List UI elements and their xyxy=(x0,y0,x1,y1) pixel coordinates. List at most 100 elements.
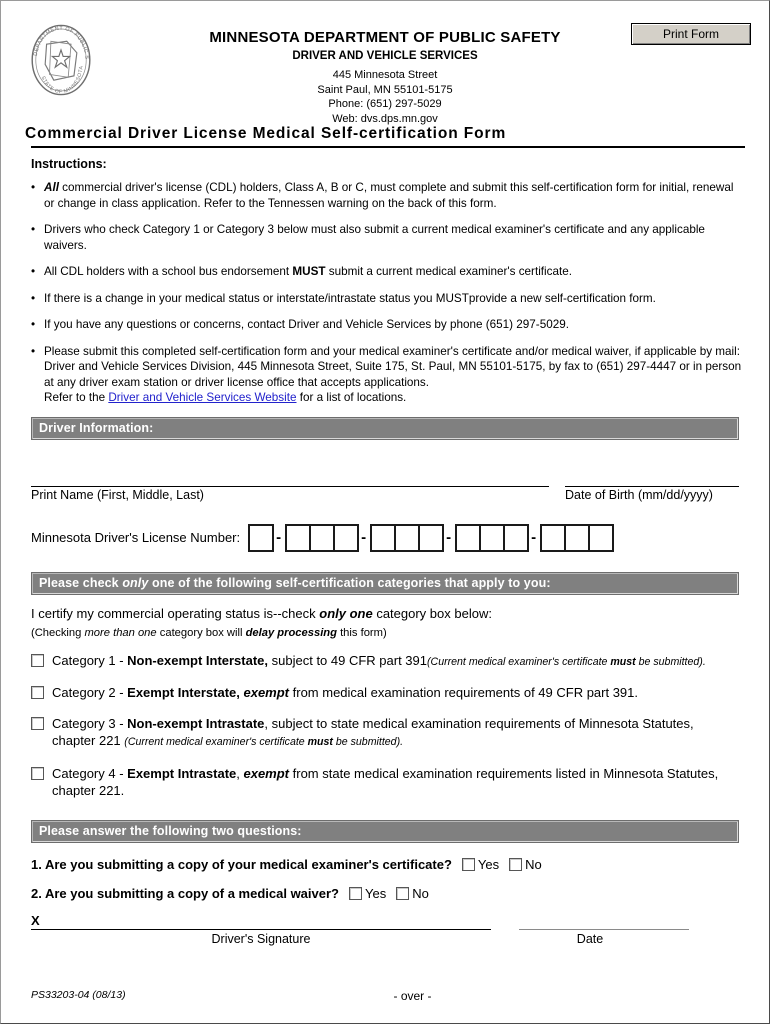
note-mid: category box will xyxy=(156,626,246,639)
license-char-box[interactable] xyxy=(455,523,482,552)
category-2-checkbox[interactable] xyxy=(31,686,44,699)
question-2-no-checkbox[interactable] xyxy=(396,886,410,900)
title-divider xyxy=(31,146,745,148)
license-group-1[interactable] xyxy=(248,523,275,552)
question-1-row: 1. Are you submitting a copy of your med… xyxy=(31,857,739,872)
note-post: this form) xyxy=(336,626,387,639)
category-3-checkbox[interactable] xyxy=(31,716,44,730)
signature-input[interactable] xyxy=(31,928,491,930)
instruction-item: • Please submit this completed self-cert… xyxy=(31,344,745,406)
category-2-type: Exempt Interstate, xyxy=(127,685,244,700)
license-char-box[interactable] xyxy=(588,523,615,552)
category-1-prefix: Category 1 - xyxy=(52,652,128,668)
license-char-box[interactable] xyxy=(394,523,421,552)
license-char-box[interactable] xyxy=(248,523,275,552)
license-char-box[interactable] xyxy=(418,523,445,552)
category-2-label: Category 2 - Exempt Interstate, exempt f… xyxy=(52,684,739,702)
page-title: Commercial Driver License Medical Self-c… xyxy=(25,125,507,142)
license-char-box[interactable] xyxy=(285,523,312,552)
license-number-boxes[interactable]: ---- xyxy=(248,523,615,552)
license-number-label: Minnesota Driver's License Number: xyxy=(31,530,241,545)
signature-date-input[interactable] xyxy=(519,928,689,930)
page-header: DEPARTMENT OF PUBLIC SAFETY STATE OF MIN… xyxy=(1,1,769,125)
license-char-box[interactable] xyxy=(370,523,397,552)
dvs-website-link[interactable]: Driver and Vehicle Services Website xyxy=(108,391,296,404)
certify-emphasis: only one xyxy=(319,605,373,621)
question-2-yes-checkbox[interactable] xyxy=(349,886,362,900)
signature-date-label: Date xyxy=(576,931,604,946)
license-group-3[interactable] xyxy=(370,523,445,552)
address-city-state-zip: Saint Paul, MN 55101-5175 xyxy=(317,83,453,96)
instruction-text: Drivers who check Category 1 or Category… xyxy=(44,223,705,252)
license-group-5[interactable] xyxy=(540,523,615,552)
category-4-row[interactable]: Category 4 - Exempt Intrastate, exempt f… xyxy=(31,765,739,800)
instruction-text: If there is a change in your medical sta… xyxy=(44,291,656,305)
signature-label: Driver's Signature xyxy=(211,931,311,946)
category-4-prefix: Category 4 - xyxy=(52,765,128,781)
category-1-checkbox[interactable] xyxy=(31,653,44,667)
print-name-input[interactable] xyxy=(31,485,549,487)
question-1-no-label: No xyxy=(525,856,542,872)
category-2-prefix: Category 2 - xyxy=(52,685,128,700)
instruction-item: • All commercial driver's license (CDL) … xyxy=(31,180,745,211)
division-subtitle: DRIVER AND VEHICLE SERVICES xyxy=(292,50,478,62)
instruction-item: • If there is a change in your medical s… xyxy=(31,291,745,307)
print-form-button[interactable]: Print Form xyxy=(631,23,751,45)
questions-header: Please answer the following two question… xyxy=(31,819,739,843)
category-3-type: Non-exempt Intrastate xyxy=(127,715,265,731)
license-group-2[interactable] xyxy=(285,523,360,552)
instructions-heading: Instructions: xyxy=(31,157,107,171)
instruction-item: • Drivers who check Category 1 or Catego… xyxy=(31,222,745,253)
category-1-row[interactable]: Category 1 - Non-exempt Interstate, subj… xyxy=(31,652,739,672)
license-char-box[interactable] xyxy=(564,523,591,552)
print-name-label: Print Name (First, Middle, Last) xyxy=(31,487,204,502)
question-1-yes-label: Yes xyxy=(477,856,500,872)
question-2-no-option[interactable]: No xyxy=(396,886,429,901)
category-2-desc: from medical examination requirements of… xyxy=(289,685,639,700)
question-1-yes-checkbox[interactable] xyxy=(461,857,475,871)
signature-line-row xyxy=(31,928,739,930)
category-2-exempt: exempt xyxy=(243,685,290,700)
license-char-box[interactable] xyxy=(540,523,567,552)
question-2-yes-option[interactable]: Yes xyxy=(349,886,386,901)
refer-prefix: Refer to the xyxy=(44,391,109,404)
certify-note: (Checking more than one category box wil… xyxy=(31,627,739,639)
license-char-box[interactable] xyxy=(333,523,360,552)
bullet-icon: • xyxy=(31,291,36,305)
category-1-type: Non-exempt Interstate, xyxy=(127,652,269,668)
license-char-box[interactable] xyxy=(479,523,506,552)
category-4-checkbox[interactable] xyxy=(31,766,44,780)
bullet-icon: • xyxy=(31,181,36,194)
phone-number: Phone: (651) 297-5029 xyxy=(328,98,442,110)
license-char-box[interactable] xyxy=(309,523,336,552)
license-separator-dash: - xyxy=(361,529,367,546)
instruction-item: • All CDL holders with a school bus endo… xyxy=(31,264,745,280)
instruction-lead-emphasis: All xyxy=(44,181,59,194)
question-2-yes-label: Yes xyxy=(365,885,387,901)
instruction-text: If you have any questions or concerns, c… xyxy=(44,318,569,331)
category-3-prefix: Category 3 - xyxy=(52,715,128,731)
date-of-birth-input[interactable] xyxy=(565,485,739,487)
question-1-no-option[interactable]: No xyxy=(509,857,542,872)
license-char-box[interactable] xyxy=(503,523,530,552)
question-1-no-checkbox[interactable] xyxy=(509,857,523,871)
question-1-yes-option[interactable]: Yes xyxy=(461,856,500,872)
question-2-no-label: No xyxy=(412,885,429,901)
question-1-text: 1. Are you submitting a copy of your med… xyxy=(31,856,452,872)
categories-header-emphasis: only xyxy=(122,575,149,590)
signature-x-marker: X xyxy=(31,912,40,928)
license-separator-dash: - xyxy=(276,529,282,546)
form-page: DEPARTMENT OF PUBLIC SAFETY STATE OF MIN… xyxy=(0,0,770,1024)
category-2-row[interactable]: Category 2 - Exempt Interstate, exempt f… xyxy=(31,684,739,702)
note-emphasis-1: more than one xyxy=(84,626,157,639)
bullet-icon: • xyxy=(31,265,36,278)
name-dob-field-row xyxy=(31,485,739,487)
website-address: Web: dvs.dps.mn.gov xyxy=(332,112,438,125)
category-1-parenthetical: (Current medical examiner's certificate … xyxy=(427,655,706,668)
state-seal-icon: DEPARTMENT OF PUBLIC SAFETY STATE OF MIN… xyxy=(23,16,97,101)
page-footer: PS33203-04 (08/13) - over - xyxy=(1,989,769,1005)
instruction-body-pre: All CDL holders with a school bus endors… xyxy=(44,265,293,278)
category-3-row[interactable]: Category 3 - Non-exempt Intrastate, subj… xyxy=(31,715,739,752)
license-group-4[interactable] xyxy=(455,523,530,552)
over-marker: - over - xyxy=(393,989,432,1003)
